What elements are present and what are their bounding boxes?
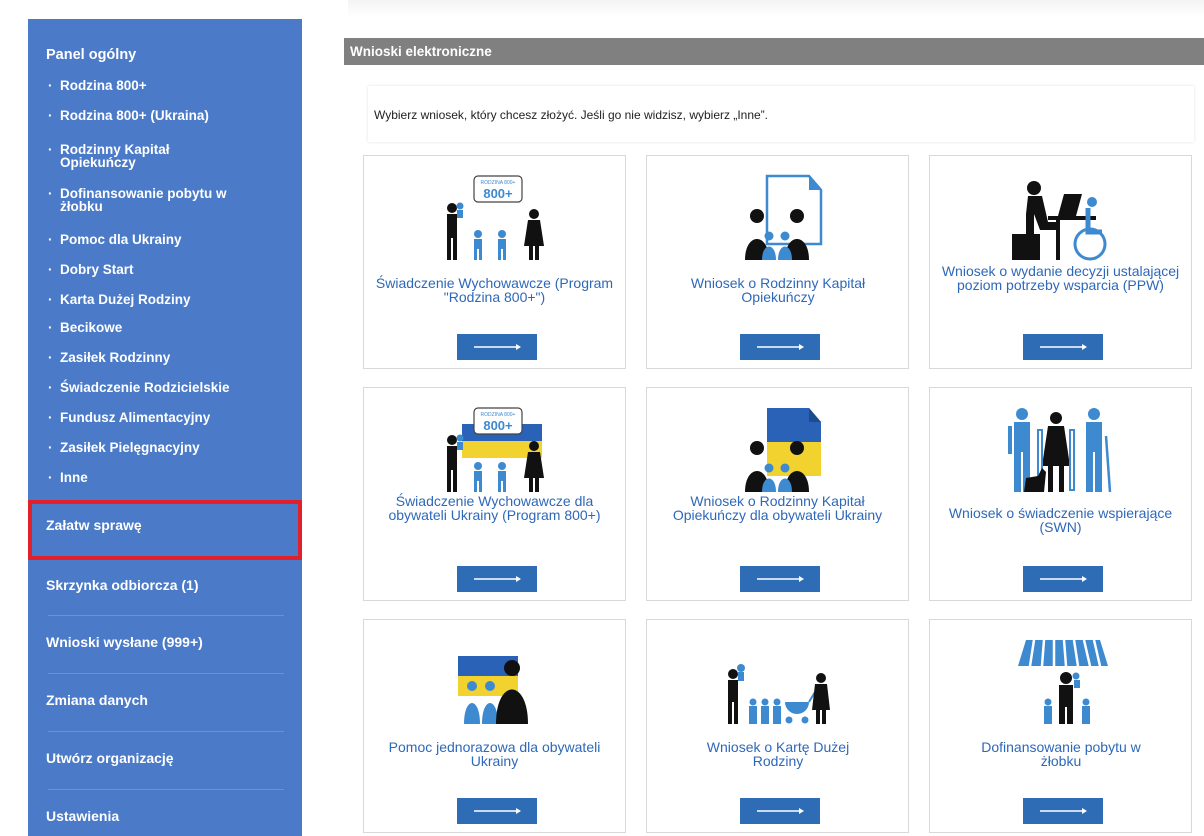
svg-text:800+: 800+	[483, 418, 513, 433]
card-title: Świadczenie Wychowawcze (Program "Rodzin…	[375, 275, 614, 305]
go-button[interactable]	[740, 334, 820, 360]
arrow-right-icon	[474, 344, 521, 350]
sidebar-item-becikowe[interactable]: · Becikowe	[48, 321, 122, 335]
card-title: Wniosek o Rodzinny Kapitał Opiekuńczy	[690, 275, 866, 305]
card-title: Wniosek o świadczenie wspierające (SWN)	[948, 505, 1173, 535]
ukraine-family-icon	[458, 656, 528, 724]
arrow-right-icon	[757, 344, 804, 350]
card-title: Wniosek o Rodzinny Kapitał Opiekuńczy dl…	[672, 493, 883, 523]
sidebar-item-rodzinny-kapital[interactable]: · Rodzinny Kapitał Opiekuńczy	[48, 143, 220, 170]
sidebar-item-zasilek-pielegnacyjny[interactable]: · Zasiłek Pielęgnacyjny	[48, 441, 200, 455]
instruction-box: Wybierz wniosek, który chcesz złożyć. Je…	[368, 86, 1194, 142]
arrow-right-icon	[757, 576, 804, 582]
arrow-right-icon	[757, 808, 804, 814]
go-button[interactable]	[457, 566, 537, 592]
section-header: Wnioski elektroniczne	[344, 38, 1204, 65]
sidebar-item-dofinansowanie-zlobek[interactable]: · Dofinansowanie pobytu w żłobku	[48, 187, 265, 214]
wheelchair-office-icon	[1012, 181, 1107, 261]
menu-divider	[48, 615, 284, 616]
menu-divider	[48, 789, 284, 790]
sidebar-item-zasilek-rodzinny[interactable]: · Zasiłek Rodzinny	[48, 351, 170, 365]
sidebar-item-rodzina-800[interactable]: · Rodzina 800+	[48, 79, 147, 93]
large-family-stroller-icon	[728, 664, 830, 724]
highlight-box	[28, 500, 302, 560]
go-button[interactable]	[1023, 334, 1103, 360]
sidebar-item-rodzina-800-ukraina[interactable]: · Rodzina 800+ (Ukraina)	[48, 109, 209, 123]
application-card[interactable]: Wniosek o świadczenie wspierające (SWN)	[929, 387, 1192, 601]
card-title: Dofinansowanie pobytu w żłobku	[981, 739, 1141, 769]
go-button[interactable]	[1023, 566, 1103, 592]
go-button[interactable]	[740, 566, 820, 592]
card-title: Pomoc jednorazowa dla obywateli Ukrainy	[388, 739, 601, 769]
application-card[interactable]: RODZINA 800+ 800+ Świadczenie Wychowawcz…	[363, 155, 626, 369]
application-card[interactable]: Wniosek o Rodzinny Kapitał Opiekuńczy	[646, 155, 909, 369]
arrow-right-icon	[1040, 808, 1087, 814]
menu-divider	[48, 731, 284, 732]
family-document-icon	[745, 174, 823, 260]
go-button[interactable]	[1023, 798, 1103, 824]
go-button[interactable]	[457, 798, 537, 824]
application-card[interactable]: Wniosek o Kartę Dużej Rodziny	[646, 619, 909, 833]
arrow-right-icon	[1040, 576, 1087, 582]
arrow-right-icon	[1040, 344, 1087, 350]
card-title: Wniosek o Kartę Dużej Rodziny	[706, 739, 850, 769]
arrow-right-icon	[474, 808, 521, 814]
application-card[interactable]: Wniosek o wydanie decyzji ustalającej po…	[929, 155, 1192, 369]
nursery-awning-icon	[1018, 639, 1108, 724]
application-card[interactable]: Dofinansowanie pobytu w żłobku	[929, 619, 1192, 833]
sidebar-item-pomoc-ukraina[interactable]: · Pomoc dla Ukrainy	[48, 233, 182, 247]
panel-title[interactable]: Panel ogólny	[46, 47, 136, 63]
menu-divider	[48, 673, 284, 674]
application-card[interactable]: Pomoc jednorazowa dla obywateli Ukrainy	[363, 619, 626, 833]
family-ukraine-document-icon	[745, 408, 821, 492]
arrow-right-icon	[474, 576, 521, 582]
svg-text:800+: 800+	[483, 186, 513, 201]
sidebar-item-inne[interactable]: · Inne	[48, 471, 88, 485]
sidebar-item-swiadczenie-rodzicielskie[interactable]: · Świadczenie Rodzicielskie	[48, 381, 230, 395]
family-800-ukraine-icon: RODZINA 800+ 800+	[447, 407, 544, 492]
card-title: Świadczenie Wychowawcze dla obywateli Uk…	[388, 493, 601, 523]
sidebar-item-fundusz-alimentacyjny[interactable]: · Fundusz Alimentacyjny	[48, 411, 210, 425]
disability-support-icon	[1008, 408, 1112, 493]
application-card[interactable]: Wniosek o Rodzinny Kapitał Opiekuńczy dl…	[646, 387, 909, 601]
top-shadow	[348, 0, 1204, 18]
card-title: Wniosek o wydanie decyzji ustalającej po…	[941, 263, 1180, 293]
application-card[interactable]: RODZINA 800+ 800+ Świadczenie Wychowawcz…	[363, 387, 626, 601]
family-800-icon: RODZINA 800+ 800+	[447, 175, 544, 260]
go-button[interactable]	[740, 798, 820, 824]
sidebar: Panel ogólny · Rodzina 800+ · Rodzina 800+…	[28, 19, 302, 836]
sidebar-item-dobry-start[interactable]: · Dobry Start	[48, 263, 134, 277]
sidebar-item-karta-duzej-rodziny[interactable]: · Karta Dużej Rodziny	[48, 293, 191, 307]
go-button[interactable]	[457, 334, 537, 360]
